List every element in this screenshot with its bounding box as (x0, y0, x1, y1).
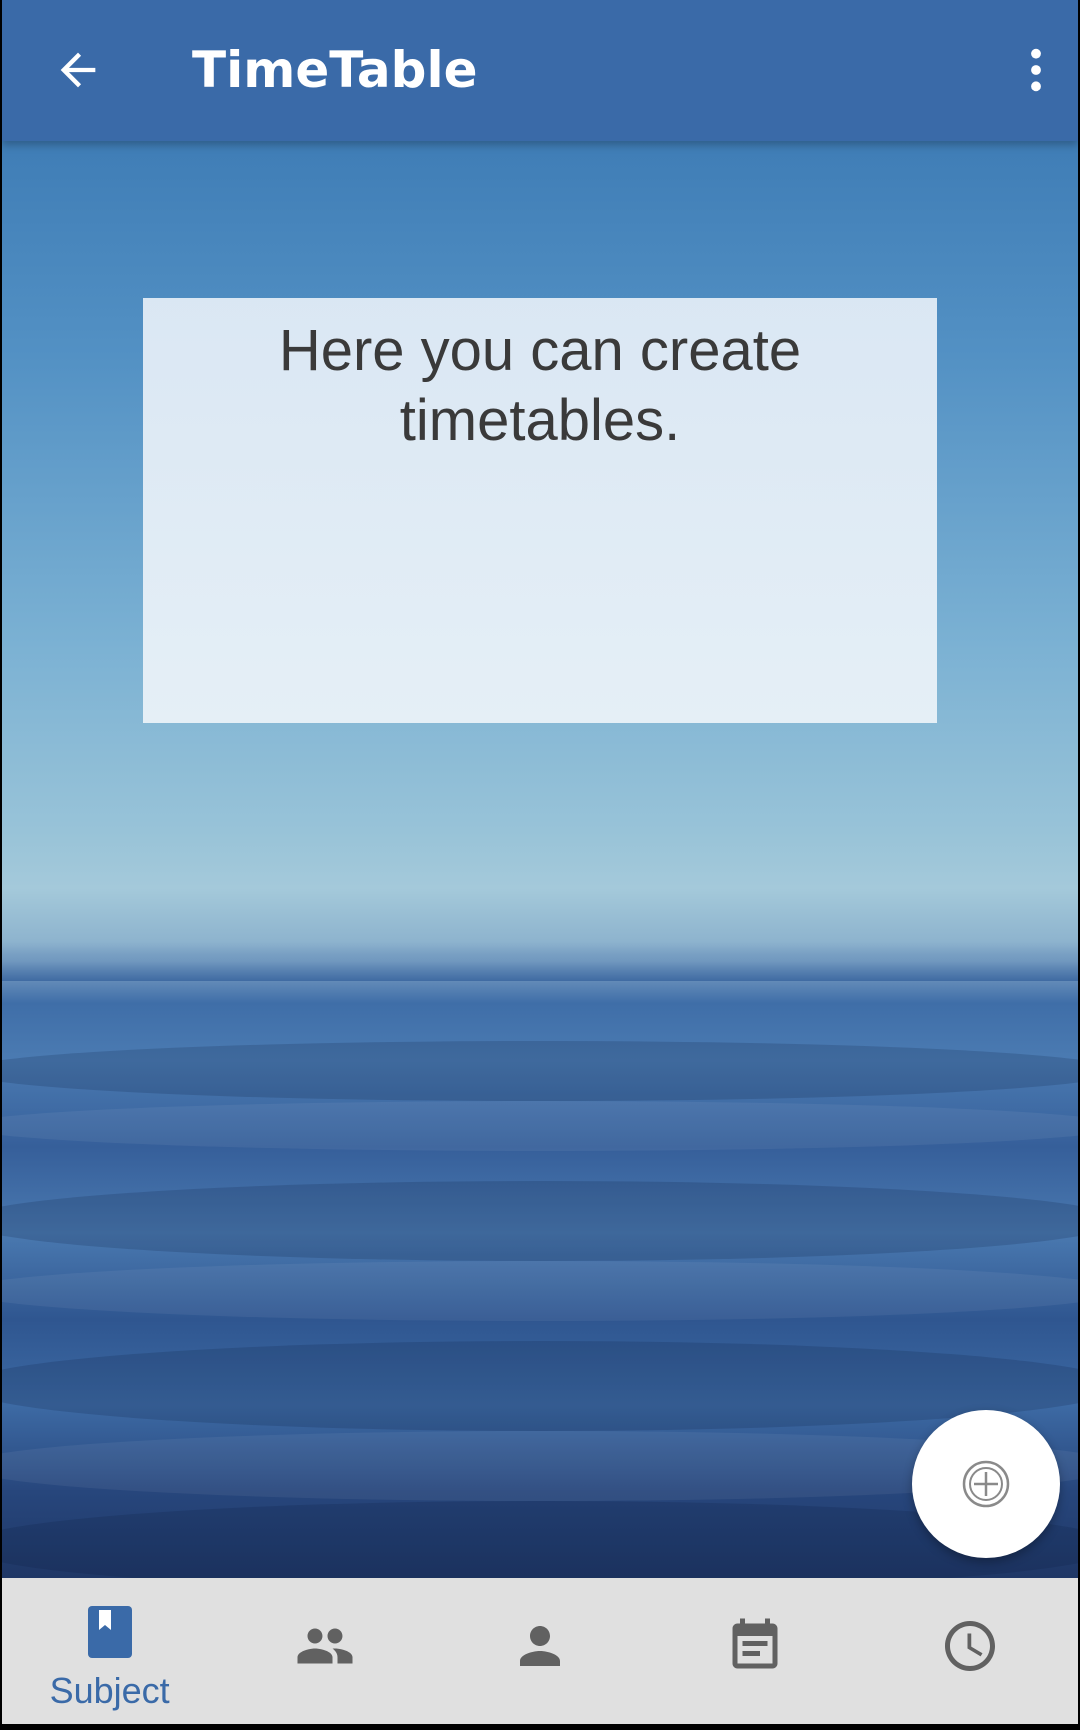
nav-item-calendar[interactable] (648, 1578, 863, 1724)
wave-shade (2, 1501, 1078, 1578)
horizon-line (2, 941, 1078, 981)
nav-item-subject[interactable]: Subject (2, 1578, 217, 1724)
info-card: Here you can create timetables. (143, 298, 937, 723)
back-button[interactable] (42, 34, 114, 106)
app-title: TimeTable (192, 41, 478, 99)
screen: TimeTable Here you can create timetables… (0, 0, 1080, 1730)
arrow-back-icon (60, 52, 96, 88)
nav-label-subject: Subject (49, 1670, 170, 1711)
app-bar: TimeTable (2, 0, 1078, 141)
info-text-line: timetables. (399, 388, 681, 453)
nav-item-clock[interactable] (863, 1578, 1078, 1724)
wave-shade (2, 1341, 1078, 1431)
add-circle-icon (962, 1460, 1010, 1508)
book-icon (80, 1602, 140, 1662)
nav-item-groups[interactable] (217, 1578, 432, 1724)
wave-shade (2, 1181, 1078, 1261)
wave-highlight (2, 1261, 1078, 1321)
clock-icon (940, 1616, 1000, 1676)
nav-item-person[interactable] (432, 1578, 647, 1724)
add-timetable-button[interactable] (912, 1410, 1060, 1558)
wave-highlight (2, 1101, 1078, 1151)
more-vert-icon (1031, 48, 1041, 92)
info-text: Here you can create timetables. (143, 316, 937, 456)
group-icon (295, 1616, 355, 1676)
bottom-navigation: Subject (2, 1578, 1078, 1724)
person-icon (510, 1616, 570, 1676)
calendar-icon (725, 1616, 785, 1676)
info-text-line: Here you can create (278, 318, 802, 383)
wave-shade (2, 1041, 1078, 1101)
overflow-menu-button[interactable] (996, 30, 1076, 110)
